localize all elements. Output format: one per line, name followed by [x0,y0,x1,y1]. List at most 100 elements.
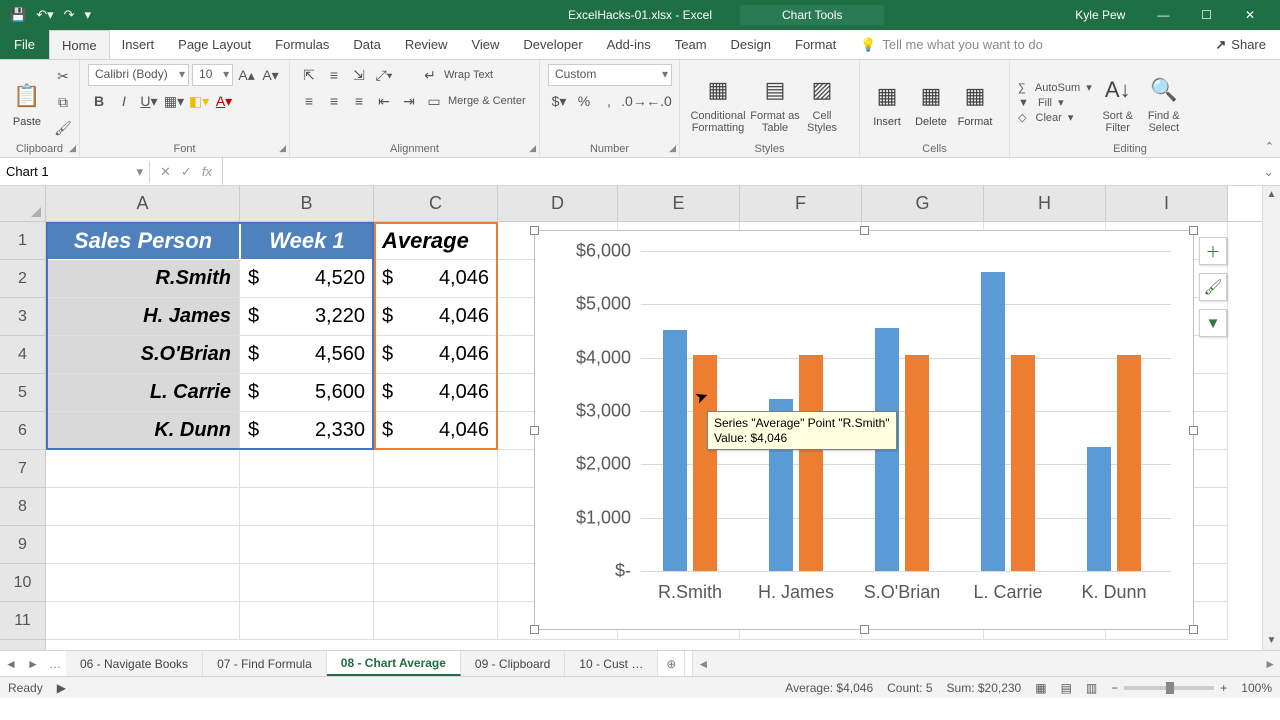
fx-icon[interactable]: fx [202,164,212,179]
paste-button[interactable]: 📋 Paste [8,77,46,128]
cell-C8[interactable] [374,488,498,526]
bold-icon[interactable]: B [88,90,110,112]
cell-C10[interactable] [374,564,498,602]
sheet-nav-next[interactable]: ► [22,651,44,676]
tab-design[interactable]: Design [719,30,783,59]
cell-B10[interactable] [240,564,374,602]
cell-B6[interactable]: $2,330 [240,412,374,450]
cell-B2[interactable]: $4,520 [240,260,374,298]
chart-add-element-button[interactable]: ＋ [1199,237,1227,265]
merge-center-button[interactable]: Merge & Center [448,95,526,107]
format-cells-button[interactable]: ▦Format [956,77,994,128]
align-center-icon[interactable]: ≡ [323,90,345,112]
bar-Week1-LCarrie[interactable] [981,272,1005,571]
autosum-button[interactable]: ∑ AutoSum ▾ [1018,81,1092,94]
tab-developer[interactable]: Developer [511,30,594,59]
alignment-launcher-icon[interactable]: ◢ [529,143,536,154]
row-header-8[interactable]: 8 [0,488,45,526]
embedded-chart[interactable]: $-$1,000$2,000$3,000$4,000$5,000$6,000R.… [534,230,1194,630]
format-as-table-button[interactable]: ▤Format as Table [750,71,800,134]
sheet-nav-more[interactable]: … [44,651,66,676]
tab-data[interactable]: Data [341,30,392,59]
cell-A1[interactable]: Sales Person [46,222,240,260]
cell-C3[interactable]: $4,046 [374,298,498,336]
cell-A4[interactable]: S.O'Brian [46,336,240,374]
clear-button[interactable]: ◇ Clear ▾ [1018,111,1092,124]
view-pagebreak-icon[interactable]: ▥ [1086,681,1097,695]
save-icon[interactable]: 💾 [10,7,26,23]
currency-icon[interactable]: $▾ [548,90,570,112]
column-header-H[interactable]: H [984,186,1106,221]
bar-Average-KDunn[interactable] [1117,355,1141,571]
chart-handle-s[interactable] [860,625,869,634]
bar-Average-HJames[interactable] [799,355,823,571]
underline-icon[interactable]: U▾ [138,90,160,112]
column-header-C[interactable]: C [374,186,498,221]
increase-font-icon[interactable]: A▴ [236,64,257,86]
chart-handle-w[interactable] [530,426,539,435]
bar-Week1-KDunn[interactable] [1087,447,1111,571]
user-name[interactable]: Kyle Pew [1075,8,1125,22]
sheet-tab-2[interactable]: 08 - Chart Average [327,651,461,676]
cell-B9[interactable] [240,526,374,564]
bar-Average-LCarrie[interactable] [1011,355,1035,571]
cell-B3[interactable]: $3,220 [240,298,374,336]
tab-page-layout[interactable]: Page Layout [166,30,263,59]
qat-more-icon[interactable]: ▾ [85,7,92,23]
font-color-icon[interactable]: A▾ [213,90,235,112]
find-select-button[interactable]: 🔍Find & Select [1144,71,1184,134]
restore-icon[interactable]: ☐ [1187,8,1227,22]
percent-icon[interactable]: % [573,90,595,112]
wrap-text-button[interactable]: Wrap Text [444,69,493,81]
row-header-9[interactable]: 9 [0,526,45,564]
chart-handle-ne[interactable] [1189,226,1198,235]
cell-B8[interactable] [240,488,374,526]
cell-A2[interactable]: R.Smith [46,260,240,298]
minimize-icon[interactable]: — [1143,8,1183,22]
border-icon[interactable]: ▦▾ [163,90,185,112]
align-left-icon[interactable]: ≡ [298,90,320,112]
align-middle-icon[interactable]: ≡ [323,64,345,86]
row-header-10[interactable]: 10 [0,564,45,602]
expand-formula-icon[interactable]: ⌄ [1257,164,1280,180]
select-all-button[interactable] [0,186,45,222]
cell-A10[interactable] [46,564,240,602]
macro-record-icon[interactable]: ▶ [57,681,66,695]
bar-Week1-RSmith[interactable] [663,330,687,571]
wrap-text-icon[interactable]: ↵ [419,64,441,86]
comma-icon[interactable]: , [598,90,620,112]
zoom-out-icon[interactable]: − [1111,681,1118,695]
tab-addins[interactable]: Add-ins [595,30,663,59]
zoom-slider[interactable]: − + [1111,681,1227,695]
tab-view[interactable]: View [459,30,511,59]
merge-icon[interactable]: ▭ [423,90,445,112]
copy-icon[interactable]: ⧉ [52,92,74,114]
column-header-D[interactable]: D [498,186,618,221]
tab-formulas[interactable]: Formulas [263,30,341,59]
tell-me-search[interactable]: Tell me what you want to do [860,30,1201,59]
conditional-formatting-button[interactable]: ▦Conditional Formatting [688,71,748,134]
chart-handle-n[interactable] [860,226,869,235]
horizontal-scrollbar[interactable]: ◄► [692,651,1280,676]
cell-A5[interactable]: L. Carrie [46,374,240,412]
redo-icon[interactable]: ↷ [64,7,75,23]
row-header-4[interactable]: 4 [0,336,45,374]
sheet-tab-3[interactable]: 09 - Clipboard [461,651,565,676]
font-name-dropdown[interactable]: Calibri (Body) [88,64,189,86]
cancel-formula-icon[interactable]: ✕ [160,164,171,180]
new-sheet-button[interactable]: ⊕ [658,651,684,676]
zoom-level[interactable]: 100% [1241,681,1272,695]
collapse-ribbon-icon[interactable]: ⌃ [1265,140,1274,153]
cell-B4[interactable]: $4,560 [240,336,374,374]
row-header-2[interactable]: 2 [0,260,45,298]
vertical-scrollbar[interactable]: ▲ ▼ [1262,186,1280,650]
chart-handle-se[interactable] [1189,625,1198,634]
sheet-tab-4[interactable]: 10 - Cust … [565,651,658,676]
cell-C9[interactable] [374,526,498,564]
share-button[interactable]: Share [1201,30,1280,59]
tab-team[interactable]: Team [663,30,719,59]
decrease-indent-icon[interactable]: ⇤ [373,90,395,112]
name-box[interactable]: Chart 1 [0,161,150,183]
cell-B7[interactable] [240,450,374,488]
tab-file[interactable]: File [0,30,49,59]
